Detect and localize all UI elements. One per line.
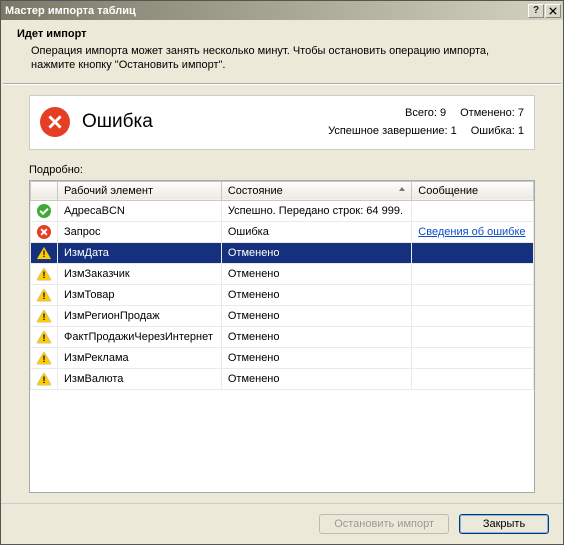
row-message	[412, 200, 534, 221]
status-box: Ошибка Всего: 9 Отменено: 7 Успешное зав…	[29, 95, 535, 150]
header: Идет импорт Операция импорта может занят…	[1, 20, 563, 83]
warning-icon	[37, 331, 51, 343]
row-status-icon	[31, 242, 58, 263]
row-item: ИзмЗаказчик	[58, 263, 222, 284]
row-item: Запрос	[58, 221, 222, 242]
error-icon	[40, 107, 70, 137]
header-title: Идет импорт	[17, 28, 547, 40]
row-status-icon	[31, 263, 58, 284]
row-message	[412, 242, 534, 263]
titlebar: Мастер импорта таблиц ?	[1, 1, 563, 20]
warning-icon	[37, 373, 51, 385]
row-message	[412, 347, 534, 368]
row-state: Отменено	[221, 347, 411, 368]
table-row[interactable]: ИзмЗаказчикОтменено	[31, 263, 534, 284]
success-label: Успешное завершение:	[328, 125, 447, 137]
row-state: Отменено	[221, 263, 411, 284]
row-item: АдресаBCN	[58, 200, 222, 221]
row-status-icon	[31, 221, 58, 242]
row-item: ИзмВалюта	[58, 368, 222, 389]
row-message	[412, 263, 534, 284]
row-item: ИзмРеклама	[58, 347, 222, 368]
row-message: Сведения об ошибке	[412, 221, 534, 242]
row-state: Отменено	[221, 305, 411, 326]
cancelled-value: 7	[518, 107, 524, 119]
row-message	[412, 305, 534, 326]
row-status-icon	[31, 305, 58, 326]
col-message[interactable]: Сообщение	[412, 181, 534, 200]
table-row[interactable]: ИзмРекламаОтменено	[31, 347, 534, 368]
row-state: Отменено	[221, 368, 411, 389]
close-button[interactable]	[545, 4, 561, 18]
error-value: 1	[518, 125, 524, 137]
row-status-icon	[31, 347, 58, 368]
sort-indicator-icon	[399, 187, 405, 191]
row-item: ИзмТовар	[58, 284, 222, 305]
error-details-link[interactable]: Сведения об ошибке	[418, 226, 525, 238]
row-state: Отменено	[221, 284, 411, 305]
table-row[interactable]: АдресаBCNУспешно. Передано строк: 64 999…	[31, 200, 534, 221]
col-icon[interactable]	[31, 181, 58, 200]
row-status-icon	[31, 368, 58, 389]
row-status-icon	[31, 200, 58, 221]
table-row[interactable]: ИзмТоварОтменено	[31, 284, 534, 305]
footer: Остановить импорт Закрыть	[1, 503, 563, 544]
table-wrap: Рабочий элемент Состояние Сообщение Адре…	[29, 180, 535, 493]
titlebar-buttons: ?	[528, 4, 561, 18]
dialog-window: Мастер импорта таблиц ? Идет импорт Опер…	[0, 0, 564, 545]
total-value: 9	[440, 107, 446, 119]
row-state: Успешно. Передано строк: 64 999.	[221, 200, 411, 221]
warning-icon	[37, 310, 51, 322]
help-button[interactable]: ?	[528, 4, 544, 18]
row-state: Отменено	[221, 242, 411, 263]
row-message	[412, 368, 534, 389]
row-message	[412, 284, 534, 305]
window-title: Мастер импорта таблиц	[5, 5, 136, 17]
warning-icon	[37, 289, 51, 301]
status-label: Ошибка	[82, 111, 328, 133]
row-message	[412, 326, 534, 347]
row-status-icon	[31, 284, 58, 305]
table-row[interactable]: ИзмРегионПродажОтменено	[31, 305, 534, 326]
warning-icon	[37, 352, 51, 364]
row-state: Ошибка	[221, 221, 411, 242]
table-row[interactable]: ИзмДатаОтменено	[31, 242, 534, 263]
total-label: Всего:	[405, 107, 437, 119]
error-label: Ошибка:	[471, 125, 515, 137]
error-icon	[37, 225, 51, 239]
row-item: ФактПродажиЧерезИнтернет	[58, 326, 222, 347]
table-row[interactable]: ЗапросОшибка Сведения об ошибке	[31, 221, 534, 242]
results-table: Рабочий элемент Состояние Сообщение Адре…	[30, 181, 534, 390]
details-label: Подробно:	[29, 164, 535, 176]
success-icon	[37, 204, 51, 218]
table-row[interactable]: ФактПродажиЧерезИнтернетОтменено	[31, 326, 534, 347]
row-item: ИзмДата	[58, 242, 222, 263]
row-state: Отменено	[221, 326, 411, 347]
header-text: Операция импорта может занять несколько …	[17, 44, 547, 73]
warning-icon	[37, 268, 51, 280]
cancelled-label: Отменено:	[460, 107, 515, 119]
col-state[interactable]: Состояние	[221, 181, 411, 200]
content: Ошибка Всего: 9 Отменено: 7 Успешное зав…	[1, 85, 563, 503]
row-status-icon	[31, 326, 58, 347]
table-row[interactable]: ИзмВалютаОтменено	[31, 368, 534, 389]
close-dialog-button[interactable]: Закрыть	[459, 514, 549, 534]
row-item: ИзмРегионПродаж	[58, 305, 222, 326]
col-item[interactable]: Рабочий элемент	[58, 181, 222, 200]
status-stats: Всего: 9 Отменено: 7 Успешное завершение…	[328, 104, 524, 141]
success-value: 1	[451, 125, 457, 137]
stop-import-button: Остановить импорт	[319, 514, 449, 534]
warning-icon	[37, 247, 51, 259]
